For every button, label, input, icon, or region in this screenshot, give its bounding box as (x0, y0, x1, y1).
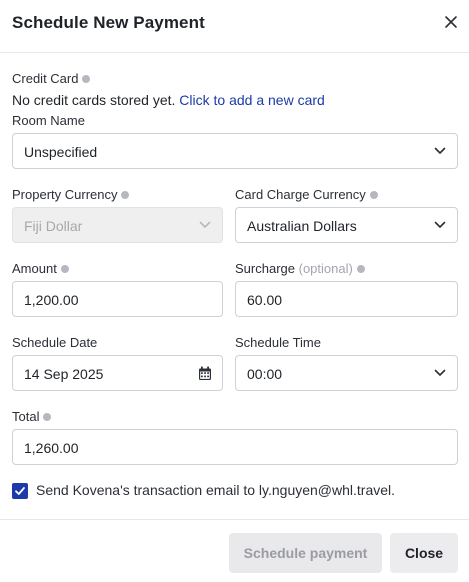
info-icon (369, 191, 378, 199)
room-name-label: Room Name (12, 113, 85, 128)
chevron-down-icon (434, 221, 446, 228)
credit-card-empty-state: No credit cards stored yet. Click to add… (12, 92, 325, 108)
property-currency-label: Property Currency (12, 187, 130, 203)
room-name-select[interactable]: Unspecified (12, 133, 458, 169)
surcharge-label: Surcharge (optional) (235, 261, 365, 277)
info-icon (82, 75, 91, 83)
dialog-footer: Schedule payment Close (0, 519, 469, 582)
checkmark-icon (15, 487, 25, 495)
dialog-header: Schedule New Payment (0, 0, 469, 53)
info-icon (356, 265, 365, 273)
send-email-label[interactable]: Send Kovena's transaction email to ly.ng… (36, 482, 395, 498)
total-label: Total (12, 409, 52, 425)
schedule-payment-button[interactable]: Schedule payment (229, 533, 382, 573)
amount-label: Amount (12, 261, 69, 277)
surcharge-input[interactable]: 60.00 (235, 281, 458, 317)
chevron-down-icon (199, 221, 211, 228)
info-icon (43, 413, 52, 421)
card-charge-currency-select[interactable]: Australian Dollars (235, 207, 458, 243)
schedule-date-label: Schedule Date (12, 335, 98, 350)
optional-hint: (optional) (298, 261, 353, 276)
info-icon (121, 191, 130, 199)
info-icon (60, 265, 69, 273)
card-charge-currency-label: Card Charge Currency (235, 187, 378, 203)
chevron-down-icon (434, 369, 446, 376)
send-email-checkbox[interactable] (12, 483, 28, 499)
amount-input[interactable]: 1,200.00 (12, 281, 223, 317)
schedule-time-select[interactable]: 00:00 (235, 355, 458, 391)
chevron-down-icon (434, 147, 446, 154)
add-card-link[interactable]: Click to add a new card (179, 92, 325, 108)
close-icon[interactable] (441, 12, 461, 32)
schedule-time-label: Schedule Time (235, 335, 321, 350)
credit-card-label: Credit Card (12, 71, 91, 87)
schedule-date-input[interactable]: 14 Sep 2025 (12, 355, 223, 391)
close-button[interactable]: Close (390, 533, 458, 573)
total-input[interactable]: 1,260.00 (12, 429, 458, 465)
calendar-icon[interactable] (198, 366, 212, 381)
property-currency-select: Fiji Dollar (12, 207, 223, 243)
dialog-title: Schedule New Payment (12, 13, 205, 32)
